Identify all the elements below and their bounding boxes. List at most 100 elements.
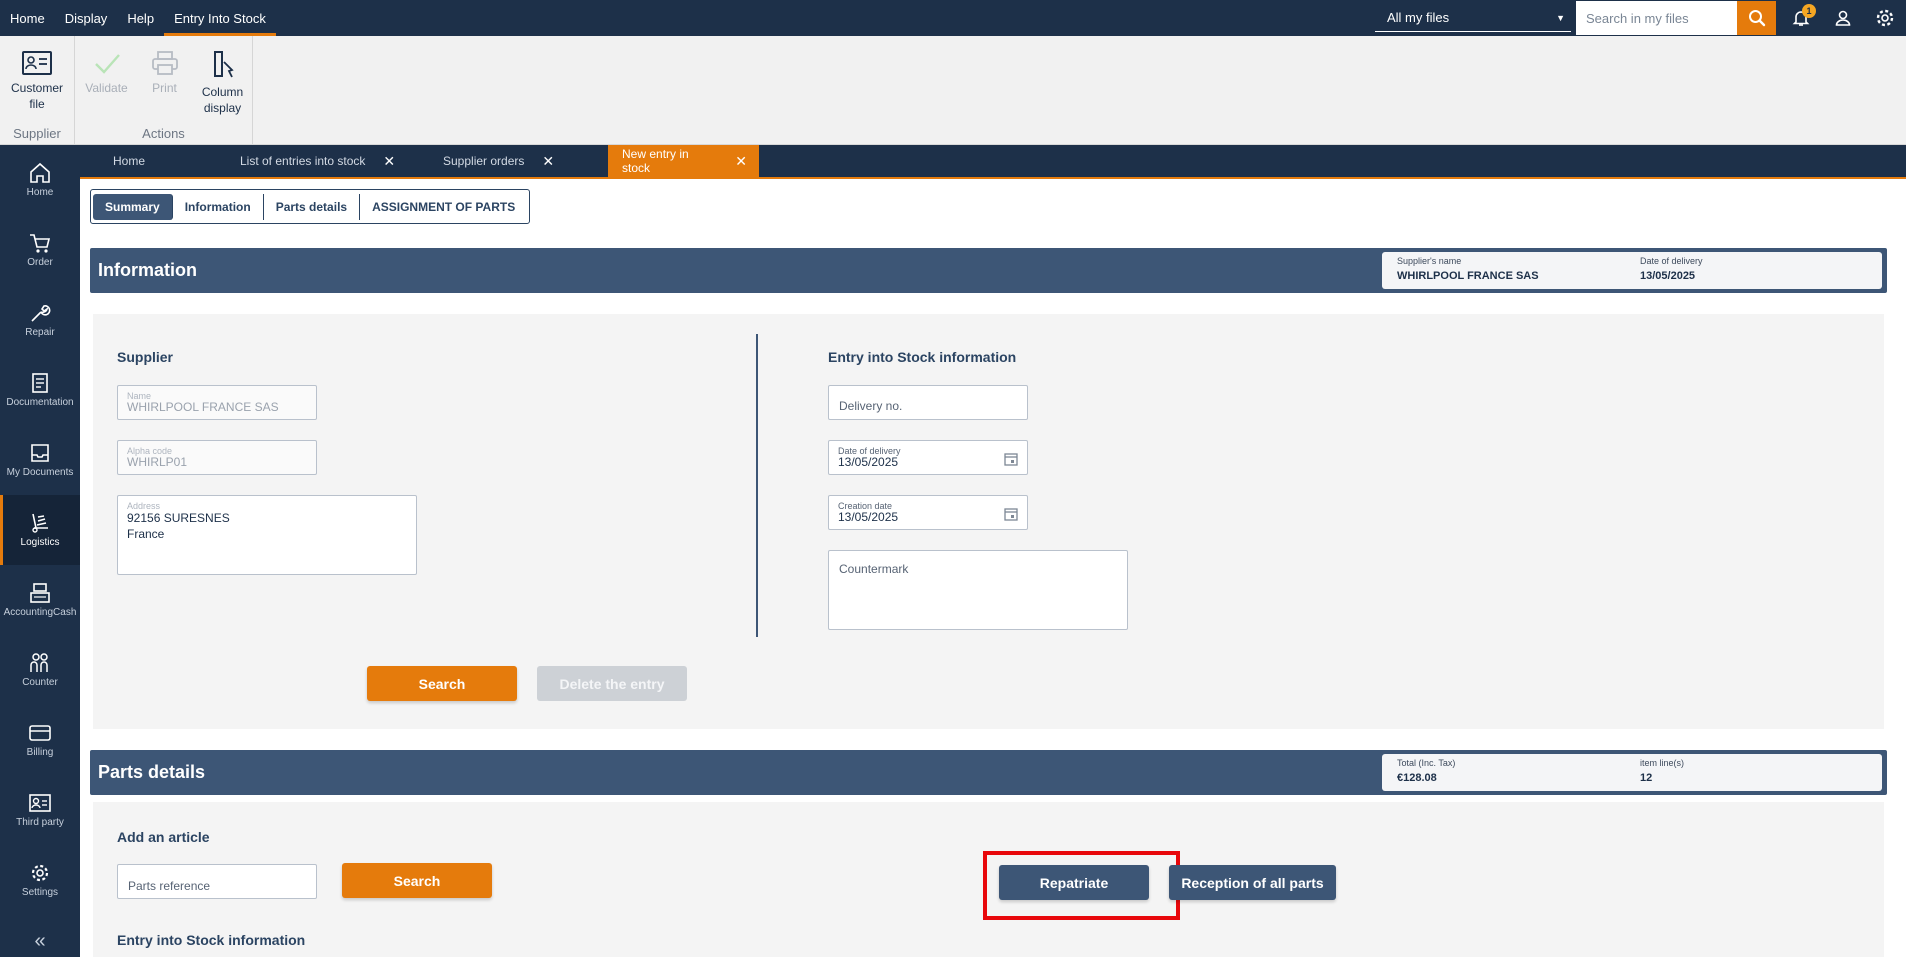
segment-parts-details[interactable]: Parts details bbox=[264, 193, 361, 220]
menu-home[interactable]: Home bbox=[0, 0, 55, 36]
menu-entry-into-stock[interactable]: Entry Into Stock bbox=[164, 0, 276, 36]
entry-section-title: Entry into Stock information bbox=[828, 349, 1017, 365]
people-icon bbox=[30, 653, 48, 672]
sidebar-item-repair[interactable]: Repair bbox=[0, 285, 80, 355]
wrench-icon bbox=[31, 305, 51, 322]
cart-icon bbox=[30, 234, 51, 253]
sidebar-item-label: Billing bbox=[26, 747, 54, 758]
customer-file-button[interactable]: Customer file bbox=[0, 50, 74, 112]
summary-value: 13/05/2025 bbox=[1640, 270, 1696, 282]
search-part-button[interactable]: Search bbox=[342, 863, 492, 898]
information-title: Information bbox=[98, 260, 197, 280]
creation-date-field[interactable]: Creation date 13/05/2025 bbox=[828, 495, 1028, 530]
main-content: Summary Information Parts details ASSIGN… bbox=[80, 179, 1906, 957]
tab-home[interactable]: Home bbox=[80, 145, 240, 177]
sidebar-item-my-documents[interactable]: My Documents bbox=[0, 425, 80, 495]
collapse-sidebar-icon[interactable]: « bbox=[0, 930, 80, 953]
cash-register-icon bbox=[30, 583, 50, 603]
supplier-name-field[interactable]: Name WHIRLPOOL FRANCE SAS bbox=[117, 385, 317, 420]
printer-icon bbox=[151, 51, 178, 75]
supplier-section-title: Supplier bbox=[117, 349, 174, 365]
segment-assignment-of-parts[interactable]: ASSIGNMENT OF PARTS bbox=[360, 194, 527, 220]
tab-bar: Home List of entries into stock ✕ Suppli… bbox=[80, 145, 1906, 179]
search-icon bbox=[1748, 10, 1765, 27]
ribbon-group-supplier: Customer file Supplier bbox=[0, 36, 75, 144]
tab-label: Home bbox=[113, 154, 146, 168]
parts-details-header: Parts details Total (Inc. Tax) €128.08 i… bbox=[90, 750, 1887, 795]
field-placeholder: Delivery no. bbox=[839, 399, 903, 413]
highlight-box bbox=[983, 851, 1180, 920]
sidebar-item-logistics[interactable]: Logistics bbox=[0, 495, 80, 565]
sidebar-item-home[interactable]: Home bbox=[0, 145, 80, 215]
delivery-no-field[interactable]: Delivery no. bbox=[828, 385, 1028, 420]
sidebar-item-settings[interactable]: Settings bbox=[0, 845, 80, 915]
date-of-delivery-field[interactable]: Date of delivery 13/05/2025 bbox=[828, 440, 1028, 475]
summary-value: WHIRLPOOL FRANCE SAS bbox=[1397, 270, 1539, 282]
column-display-button[interactable]: Column display bbox=[194, 50, 252, 116]
segment-information[interactable]: Information bbox=[173, 193, 264, 220]
search-entry-button[interactable]: Search bbox=[367, 666, 517, 701]
search-input[interactable]: Search in my files bbox=[1576, 1, 1737, 35]
contact-card-icon bbox=[29, 794, 51, 812]
reception-of-all-parts-button[interactable]: Reception of all parts bbox=[1169, 865, 1336, 900]
validate-button[interactable]: Validate bbox=[78, 50, 136, 116]
information-panel: Supplier Name WHIRLPOOL FRANCE SAS Alpha… bbox=[93, 314, 1884, 729]
ribbon-group-label-actions: Actions bbox=[142, 126, 185, 141]
close-icon[interactable]: ✕ bbox=[735, 153, 747, 170]
settings-button[interactable] bbox=[1864, 0, 1906, 36]
parts-reference-field[interactable]: Parts reference bbox=[117, 864, 317, 899]
summary-label: Total (Inc. Tax) bbox=[1397, 758, 1456, 768]
print-button[interactable]: Print bbox=[136, 50, 194, 116]
sidebar-item-order[interactable]: Order bbox=[0, 215, 80, 285]
delete-entry-button[interactable]: Delete the entry bbox=[537, 666, 687, 701]
sidebar-item-third-party[interactable]: Third party bbox=[0, 775, 80, 845]
close-icon[interactable]: ✕ bbox=[542, 153, 554, 170]
search-button[interactable] bbox=[1737, 1, 1776, 35]
gear-icon bbox=[1876, 9, 1894, 27]
user-button[interactable] bbox=[1822, 0, 1864, 36]
field-value: 13/05/2025 bbox=[838, 455, 899, 469]
sidebar-item-label: Home bbox=[26, 187, 54, 198]
customer-file-label: Customer file bbox=[10, 81, 63, 111]
menu-display[interactable]: Display bbox=[55, 0, 118, 36]
inbox-icon bbox=[31, 444, 49, 462]
tab-supplier-orders[interactable]: Supplier orders ✕ bbox=[443, 145, 608, 177]
address-field[interactable]: Address 92156 SURESNES France bbox=[117, 495, 417, 575]
sidebar-item-accountingcash[interactable]: AccountingCash bbox=[0, 565, 80, 635]
tab-list-of-entries[interactable]: List of entries into stock ✕ bbox=[240, 145, 443, 177]
countermark-field[interactable]: Countermark bbox=[828, 550, 1128, 630]
field-placeholder: Countermark bbox=[839, 562, 909, 576]
calendar-icon[interactable] bbox=[1004, 452, 1018, 466]
field-value: WHIRLPOOL FRANCE SAS bbox=[127, 400, 279, 414]
file-filter-select[interactable]: All my files ▼ bbox=[1375, 4, 1571, 32]
close-icon[interactable]: ✕ bbox=[383, 153, 395, 170]
sidebar-item-documentation[interactable]: Documentation bbox=[0, 355, 80, 425]
menu-help[interactable]: Help bbox=[117, 0, 164, 36]
summary-label: Date of delivery bbox=[1640, 256, 1703, 266]
column-display-label: Column display bbox=[201, 85, 244, 115]
tab-new-entry-in-stock[interactable]: New entry in stock ✕ bbox=[608, 145, 759, 177]
sidebar-item-billing[interactable]: Billing bbox=[0, 705, 80, 775]
sidebar-item-label: Documentation bbox=[6, 397, 74, 408]
sidebar-item-counter[interactable]: Counter bbox=[0, 635, 80, 705]
sidebar-item-label: Counter bbox=[22, 677, 58, 688]
summary-value: 12 bbox=[1640, 772, 1653, 784]
field-label: Address bbox=[127, 501, 161, 511]
segment-summary[interactable]: Summary bbox=[93, 193, 173, 220]
parts-details-panel: Add an article Parts reference Search Re… bbox=[93, 802, 1884, 957]
top-menu: Home Display Help Entry Into Stock bbox=[0, 0, 276, 36]
alpha-code-field[interactable]: Alpha code WHIRLP01 bbox=[117, 440, 317, 475]
calendar-icon[interactable] bbox=[1004, 507, 1018, 521]
home-icon bbox=[30, 162, 50, 183]
sidebar: Home Order Repair Documentation My Docum… bbox=[0, 145, 80, 957]
ribbon-group-actions: Validate Print Column display Actions bbox=[75, 36, 253, 144]
print-label: Print bbox=[152, 81, 177, 95]
entry-info-title: Entry into Stock information bbox=[117, 932, 306, 948]
credit-card-icon bbox=[29, 725, 51, 741]
column-select-icon bbox=[213, 51, 234, 78]
chevron-down-icon: ▼ bbox=[1556, 12, 1565, 23]
sidebar-item-label: My Documents bbox=[6, 467, 74, 478]
information-summary: Supplier's name WHIRLPOOL FRANCE SAS Dat… bbox=[1382, 252, 1882, 289]
id-card-icon bbox=[22, 51, 52, 75]
notifications-button[interactable]: 1 bbox=[1780, 0, 1822, 36]
